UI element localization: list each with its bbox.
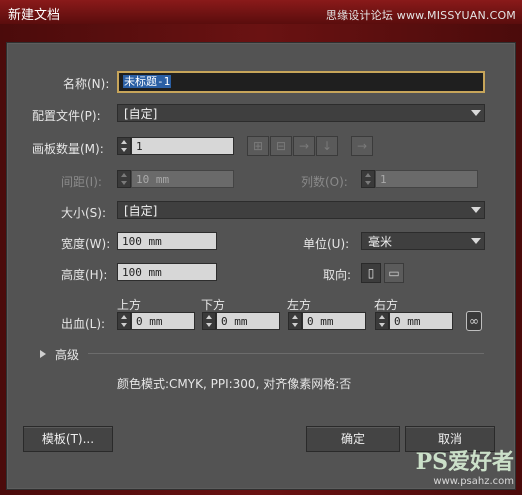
spacing-label: 间距(I): <box>61 175 102 189</box>
size-label: 大小(S): <box>61 206 107 220</box>
columns-label: 列数(O): <box>301 175 348 189</box>
template-button[interactable]: 模板(T)... <box>23 426 113 452</box>
ok-button[interactable]: 确定 <box>306 426 400 452</box>
bleed-left-stepper[interactable] <box>288 312 302 330</box>
bleed-left-label: 左方 <box>287 298 312 312</box>
bleed-top-stepper[interactable] <box>117 312 131 330</box>
arrange-by-column-icon[interactable]: ↓ <box>316 136 338 156</box>
advanced-divider <box>88 353 484 354</box>
grid-by-row-icon[interactable]: ⊞ <box>247 136 269 156</box>
bleed-left-input[interactable]: 0 mm <box>302 312 366 330</box>
document-summary: 颜色模式:CMYK, PPI:300, 对齐像素网格:否 <box>117 377 352 391</box>
bleed-right-label: 右方 <box>374 298 399 312</box>
title-bar: 新建文档 思缘设计论坛 www.MISSYUAN.COM <box>0 0 522 24</box>
size-select[interactable]: [自定] <box>117 201 485 219</box>
right-to-left-icon[interactable]: → <box>351 136 373 156</box>
bleed-bottom-stepper[interactable] <box>202 312 216 330</box>
orientation-label: 取向: <box>323 268 352 282</box>
columns-input: 1 <box>375 170 478 188</box>
arrange-by-row-icon[interactable]: → <box>293 136 315 156</box>
link-icon[interactable]: ∞ <box>466 311 482 331</box>
advanced-label[interactable]: 高级 <box>55 346 79 363</box>
artboards-input[interactable]: 1 <box>131 137 234 155</box>
spacing-input: 10 mm <box>131 170 234 188</box>
height-input[interactable]: 100 mm <box>117 263 217 281</box>
artboards-stepper[interactable] <box>117 137 131 155</box>
profile-select-value: [自定] <box>124 107 158 121</box>
window-title: 新建文档 <box>8 8 61 23</box>
chevron-down-icon <box>471 110 481 116</box>
bleed-bottom-input[interactable]: 0 mm <box>216 312 280 330</box>
profile-label: 配置文件(P): <box>32 109 101 123</box>
chevron-down-icon <box>471 238 481 244</box>
unit-select[interactable]: 毫米 <box>361 232 485 250</box>
unit-select-value: 毫米 <box>368 235 393 249</box>
width-label: 宽度(W): <box>61 237 111 251</box>
width-input[interactable]: 100 mm <box>117 232 217 250</box>
site-watermark-top: 思缘设计论坛 www.MISSYUAN.COM <box>325 9 516 22</box>
size-select-value: [自定] <box>124 204 158 218</box>
height-label: 高度(H): <box>61 268 108 282</box>
document-name-value: 未标题-1 <box>123 75 172 88</box>
document-name-input[interactable]: 未标题-1 <box>117 71 485 93</box>
landscape-icon[interactable]: ▭ <box>384 263 404 283</box>
watermark-logo: PS爱好者 <box>415 449 514 475</box>
spacing-stepper <box>117 170 131 188</box>
bleed-right-stepper[interactable] <box>375 312 389 330</box>
grid-by-column-icon[interactable]: ⊟ <box>270 136 292 156</box>
chevron-down-icon <box>471 207 481 213</box>
bleed-right-input[interactable]: 0 mm <box>389 312 453 330</box>
portrait-icon[interactable]: ▯ <box>361 263 381 283</box>
name-label: 名称(N): <box>63 77 110 91</box>
profile-select[interactable]: [自定] <box>117 104 485 122</box>
expand-triangle-icon[interactable] <box>40 350 46 358</box>
unit-label: 单位(U): <box>303 237 350 251</box>
artboards-label: 画板数量(M): <box>32 142 104 156</box>
bleed-top-label: 上方 <box>117 298 142 312</box>
bleed-label: 出血(L): <box>61 317 106 331</box>
bleed-bottom-label: 下方 <box>201 298 226 312</box>
watermark: PS爱好者 www.psahz.com <box>416 444 514 487</box>
columns-stepper <box>361 170 375 188</box>
watermark-url: www.psahz.com <box>433 476 514 487</box>
bleed-top-input[interactable]: 0 mm <box>131 312 195 330</box>
